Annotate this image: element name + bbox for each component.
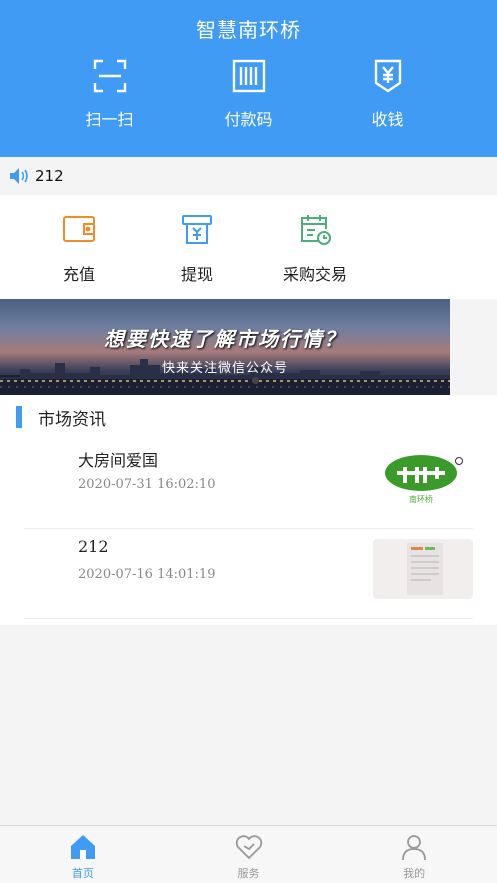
notice-text: 212	[35, 167, 64, 185]
news-thumbnail	[373, 539, 473, 599]
purchase-trade-label: 采购交易	[282, 265, 347, 284]
bottom-tab-bar: 首页 服务 我的	[0, 825, 497, 883]
heart-icon	[235, 835, 262, 860]
payment-code-button[interactable]: 付款码	[204, 56, 294, 130]
tab-service-label: 服务	[237, 867, 260, 880]
section-accent-bar	[16, 406, 22, 428]
scan-icon	[93, 59, 126, 93]
withdraw-label: 提现	[180, 265, 213, 284]
news-item-title: 212	[78, 537, 109, 556]
recharge-button[interactable]: 充值	[20, 195, 138, 299]
header: 智慧南环桥 扫一扫 付款码 收钱	[0, 0, 497, 157]
tab-home[interactable]: 首页	[0, 826, 166, 883]
recharge-label: 充值	[62, 265, 95, 284]
banner-page-indicator	[252, 377, 259, 384]
scan-label: 扫一扫	[85, 110, 134, 129]
receive-money-label: 收钱	[371, 110, 404, 129]
wallet-icon	[63, 216, 95, 242]
receive-money-icon	[374, 59, 401, 93]
market-news: 市场资讯 大房间爱国 2020-07-31 16:02:10 南环桥 212 2…	[0, 395, 497, 625]
notice-bar[interactable]: 212	[0, 157, 497, 195]
promo-banner[interactable]: 想要快速了解市场行情？ 快来关注微信公众号	[0, 299, 450, 395]
banner-subtitle: 快来关注微信公众号	[161, 361, 288, 376]
news-item-time: 2020-07-31 16:02:10	[78, 477, 216, 492]
withdraw-icon	[182, 215, 212, 244]
withdraw-button[interactable]: 提现	[138, 195, 256, 299]
barcode-icon	[232, 59, 265, 93]
payment-code-label: 付款码	[224, 110, 273, 129]
news-item[interactable]: 212 2020-07-16 14:01:19	[24, 529, 473, 619]
tab-home-label: 首页	[71, 867, 94, 880]
news-item[interactable]: 大房间爱国 2020-07-31 16:02:10 南环桥	[24, 439, 473, 529]
tab-mine[interactable]: 我的	[331, 826, 497, 883]
news-section-header: 市场资讯	[0, 395, 497, 439]
home-icon	[70, 835, 95, 859]
news-thumbnail: 南环桥	[373, 449, 473, 509]
user-icon	[402, 835, 427, 861]
function-actions: 充值 提现 采购交易	[0, 195, 497, 299]
purchase-trade-button[interactable]: 采购交易	[256, 195, 374, 299]
quick-actions: 扫一扫 付款码 收钱	[0, 56, 497, 130]
news-thumbnail-logo-text: 南环桥	[409, 494, 433, 504]
app-title: 智慧南环桥	[196, 18, 301, 42]
tab-service[interactable]: 服务	[166, 826, 332, 883]
news-item-title: 大房间爱国	[78, 451, 159, 470]
receive-money-button[interactable]: 收钱	[343, 56, 433, 130]
tab-mine-label: 我的	[403, 867, 426, 880]
calendar-clock-icon	[301, 215, 331, 245]
scan-button[interactable]: 扫一扫	[65, 56, 155, 130]
speaker-icon	[10, 168, 28, 184]
news-item-time: 2020-07-16 14:01:19	[78, 567, 216, 582]
banner-title: 想要快速了解市场行情？	[104, 327, 346, 351]
news-section-title: 市场资讯	[38, 409, 106, 430]
